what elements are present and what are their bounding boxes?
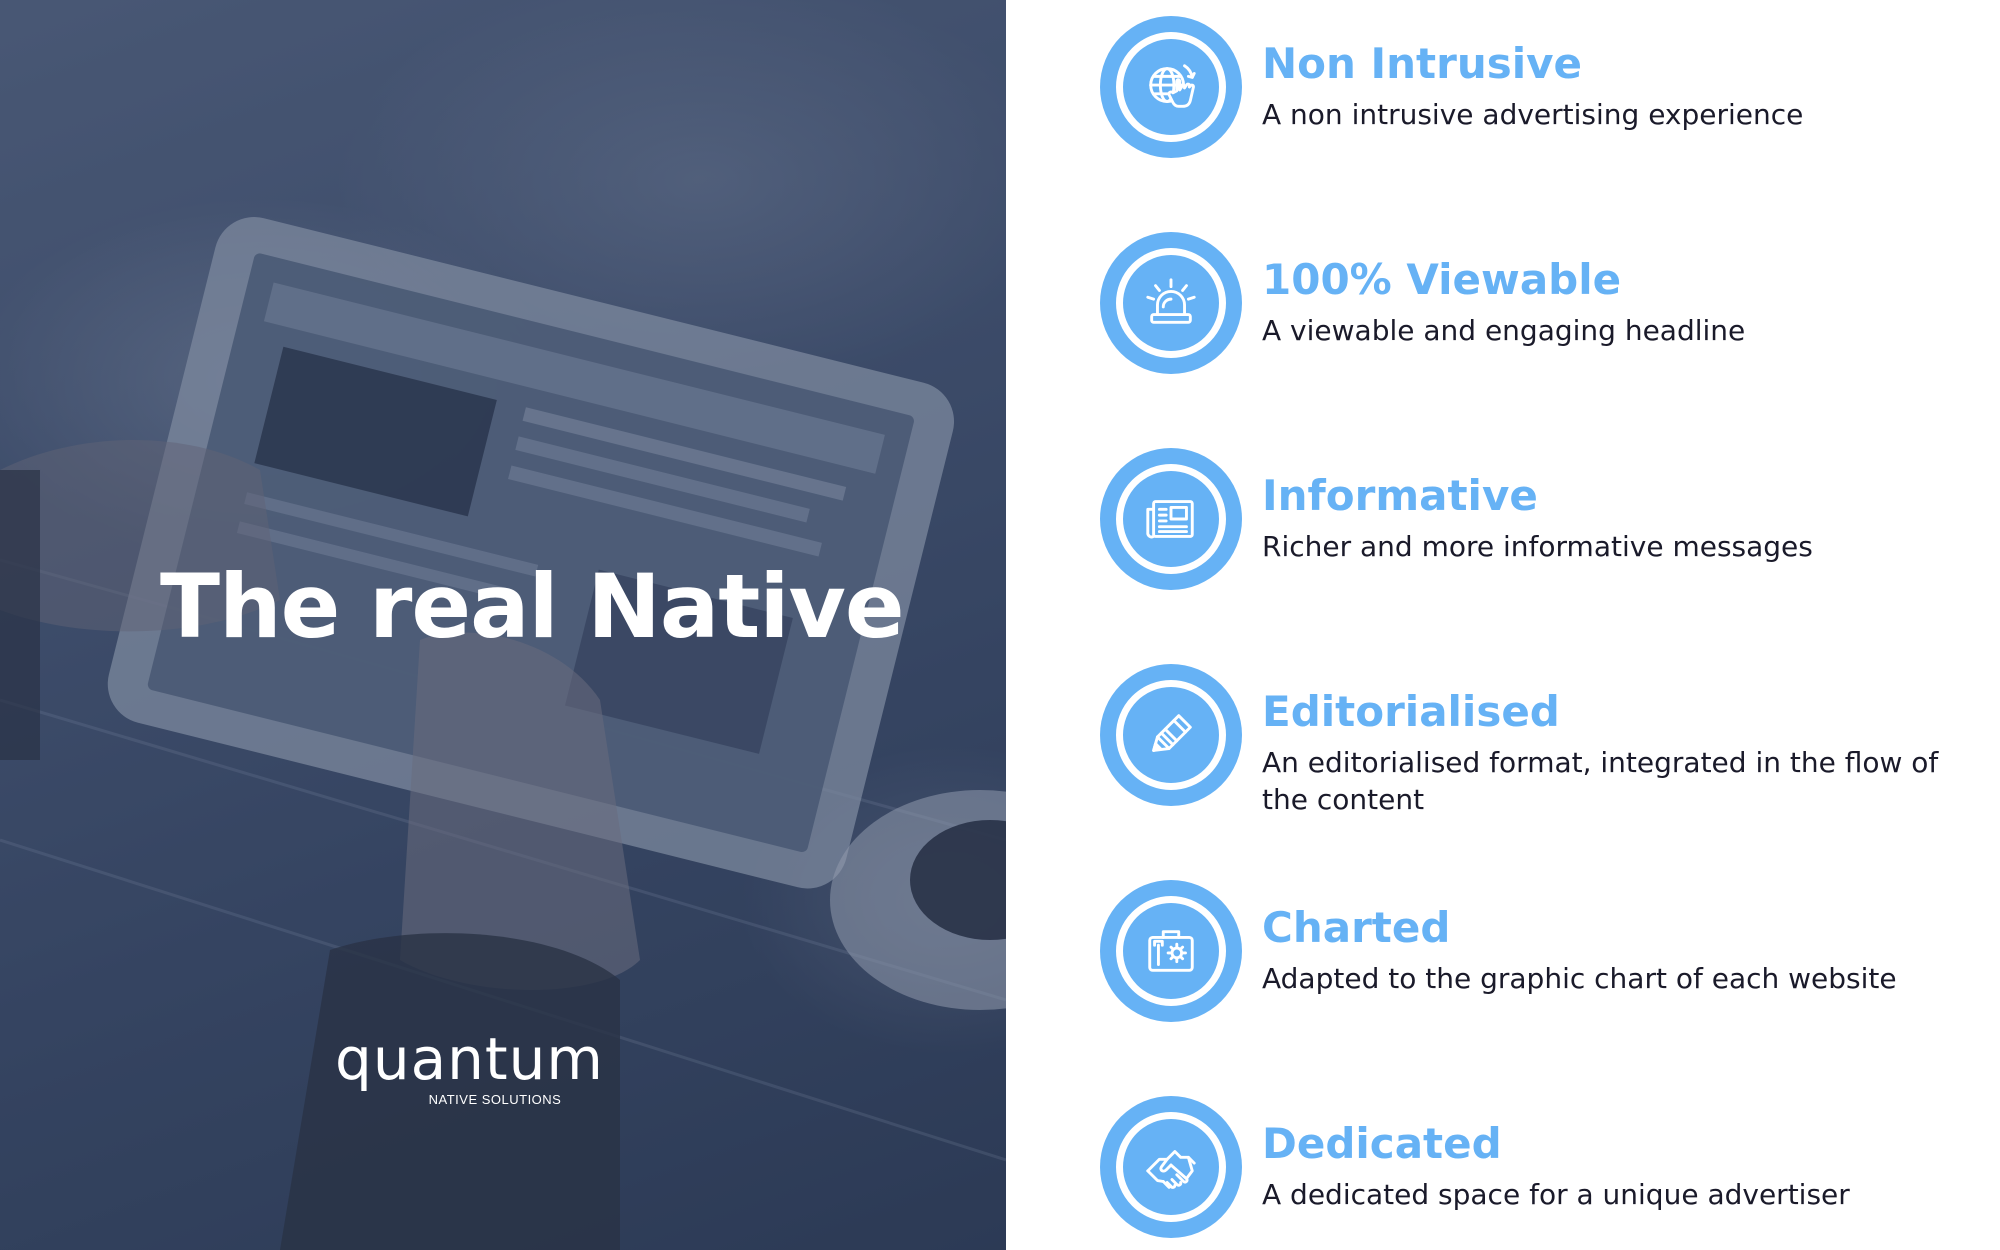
feature-badge: [1100, 1096, 1242, 1238]
feature-title: 100% Viewable: [1262, 255, 1622, 304]
feature-title: Charted: [1262, 903, 1451, 952]
feature-description: A non intrusive advertising experience: [1262, 98, 1804, 131]
feature-description: Adapted to the graphic chart of each web…: [1262, 962, 1897, 995]
feature-description: A dedicated space for a unique advertise…: [1262, 1178, 1850, 1211]
feature-badge: [1100, 664, 1242, 806]
feature-viewable: 100% Viewable A viewable and engaging he…: [1100, 232, 1980, 382]
feature-badge: [1100, 16, 1242, 158]
feature-editorialised: Editorialised An editorialised format, i…: [1100, 664, 1980, 816]
feature-description: Richer and more informative messages: [1262, 530, 1813, 563]
hero-title: The real Native: [160, 555, 905, 658]
feature-title: Editorialised: [1262, 687, 1560, 736]
handshake-icon: [1146, 1150, 1196, 1189]
feature-title: Dedicated: [1262, 1119, 1502, 1168]
globe-touch-icon: [1149, 64, 1196, 108]
newspaper-icon: [1146, 500, 1194, 539]
feature-badge: [1100, 232, 1242, 374]
alarm-light-icon: [1146, 278, 1196, 324]
feature-non-intrusive: Non Intrusive A non intrusive advertisin…: [1100, 16, 1980, 166]
hero-panel: The real Native quantum NATIVE SOLUTIONS: [0, 0, 1006, 1250]
logo-tagline: NATIVE SOLUTIONS: [428, 1092, 562, 1107]
feature-description: A viewable and engaging headline: [1262, 314, 1746, 347]
toolbox-icon: [1148, 930, 1194, 972]
pencil-icon: [1152, 714, 1192, 752]
feature-dedicated: Dedicated A dedicated space for a unique…: [1100, 1096, 1980, 1246]
slide: The real Native quantum NATIVE SOLUTIONS: [0, 0, 2000, 1250]
feature-title: Informative: [1262, 471, 1538, 520]
feature-badge: [1100, 880, 1242, 1022]
feature-list: Non Intrusive A non intrusive advertisin…: [1100, 0, 1980, 1250]
feature-charted: Charted Adapted to the graphic chart of …: [1100, 880, 1980, 1030]
quantum-logo: quantum NATIVE SOLUTIONS: [335, 1025, 604, 1107]
feature-badge: [1100, 448, 1242, 590]
feature-informative: Informative Richer and more informative …: [1100, 448, 1980, 598]
feature-description: An editorialised format, integrated in t…: [1262, 746, 1939, 816]
logo-wordmark: quantum: [335, 1025, 604, 1093]
feature-title: Non Intrusive: [1262, 39, 1583, 88]
